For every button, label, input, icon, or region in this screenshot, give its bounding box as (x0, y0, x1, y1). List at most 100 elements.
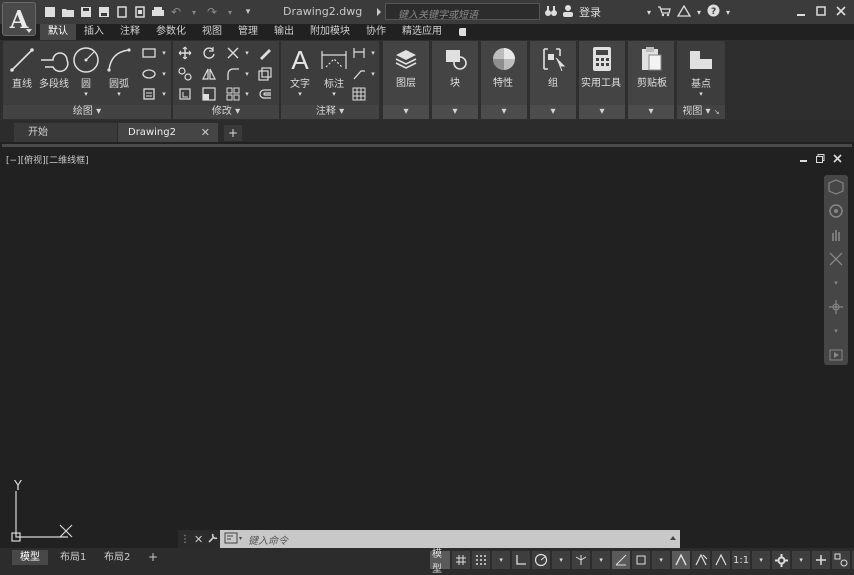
rectangle-dropdown-icon[interactable]: ▾ (156, 45, 172, 61)
ortho-icon[interactable] (512, 551, 531, 569)
object-snap-tracking-icon[interactable] (612, 551, 631, 569)
grid-icon[interactable] (452, 551, 471, 569)
close-icon[interactable] (836, 5, 846, 19)
user-icon[interactable] (563, 4, 573, 20)
start-tab[interactable]: 开始 (14, 123, 117, 142)
explode-icon[interactable] (257, 66, 273, 82)
snap-dropdown-icon[interactable]: ▾ (492, 551, 511, 569)
hatch-dropdown-icon[interactable]: ▾ (156, 86, 172, 102)
workspace-gear-icon[interactable] (772, 551, 791, 569)
viewport-controls-label[interactable]: [−][俯视][二维线框] (6, 153, 89, 166)
help-icon[interactable]: ? (707, 4, 720, 20)
dimension-tool[interactable]: 标注 ▾ (319, 45, 349, 98)
open-folder-icon[interactable] (60, 4, 76, 20)
command-input[interactable]: 键入命令 (220, 530, 680, 548)
clipboard-dropdown-icon[interactable]: ▾ (628, 105, 674, 119)
base-view-tool[interactable]: 基点 ▾ (686, 45, 716, 98)
polar-dropdown-icon[interactable]: ▾ (552, 551, 571, 569)
model-space-button[interactable]: 模型 (430, 549, 451, 575)
tab-addins[interactable]: 附加模块 (302, 24, 358, 40)
viewport-minimize-icon[interactable] (799, 153, 808, 166)
utilities-dropdown-icon[interactable]: ▾ (579, 105, 625, 119)
layout2-tab[interactable]: 布局2 (96, 550, 138, 565)
text-tool[interactable]: A 文字 ▾ (285, 45, 315, 99)
maximize-icon[interactable] (816, 5, 826, 19)
dimension-dropdown-icon[interactable]: ▾ (332, 90, 336, 98)
tab-insert[interactable]: 插入 (76, 24, 112, 40)
layout1-tab[interactable]: 布局1 (52, 550, 94, 565)
steering-wheel-icon[interactable] (824, 199, 848, 223)
print-icon[interactable] (150, 4, 166, 20)
orbit-dropdown-icon[interactable]: ▾ (824, 319, 848, 343)
linear-dim-dropdown-icon[interactable]: ▾ (365, 45, 381, 61)
minimize-icon[interactable] (796, 6, 806, 19)
draw-panel-title[interactable]: 绘图 ▾ (3, 105, 171, 119)
help-dropdown-icon[interactable]: ▾ (726, 8, 730, 17)
view-panel-launcher-icon[interactable]: ↘ (714, 108, 720, 116)
arc-tool[interactable]: 圆弧 ▾ (104, 45, 134, 98)
tab-collaborate[interactable]: 协作 (358, 24, 394, 40)
move-icon[interactable] (177, 45, 193, 61)
network-icon[interactable] (676, 4, 692, 20)
utilities-panel[interactable]: 实用工具 ▾ (579, 41, 625, 119)
tab-video-icon[interactable] (450, 24, 474, 40)
isodraft-dropdown-icon[interactable]: ▾ (592, 551, 611, 569)
redo-dropdown-icon[interactable]: ▾ (222, 4, 238, 20)
close-tab-icon[interactable]: ✕ (201, 123, 210, 142)
zoom-extents-icon[interactable] (824, 247, 848, 271)
units-icon[interactable] (832, 551, 851, 569)
customize-toolbar-icon[interactable]: ▾ (240, 4, 256, 20)
workspace-dropdown-icon[interactable]: ▾ (792, 551, 811, 569)
customize-wrench-icon[interactable] (207, 532, 219, 547)
text-dropdown-icon[interactable]: ▾ (298, 90, 302, 98)
layers-dropdown-icon[interactable]: ▾ (383, 105, 429, 119)
trim-dropdown-icon[interactable]: ▾ (239, 45, 255, 61)
block-panel[interactable]: 块 ▾ (432, 41, 478, 119)
view-panel-title[interactable]: 视图 ▾ ↘ (677, 105, 725, 119)
array-dropdown-icon[interactable]: ▾ (239, 86, 255, 102)
annotation-scale-value[interactable]: 1:1 (732, 551, 751, 569)
tab-parametric[interactable]: 参数化 (148, 24, 194, 40)
line-tool[interactable]: 直线 (7, 45, 37, 90)
annotation-visibility-icon[interactable] (672, 551, 691, 569)
orbit-icon[interactable] (824, 295, 848, 319)
tab-manage[interactable]: 管理 (230, 24, 266, 40)
cart-icon[interactable] (657, 5, 671, 20)
undo-dropdown-icon[interactable]: ▾ (186, 4, 202, 20)
tab-home[interactable]: 默认 (40, 24, 76, 40)
block-dropdown-icon[interactable]: ▾ (432, 105, 478, 119)
arc-dropdown-icon[interactable]: ▾ (117, 90, 121, 98)
tab-view[interactable]: 视图 (194, 24, 230, 40)
layers-panel[interactable]: 图层 ▾ (383, 41, 429, 119)
login-dropdown-icon[interactable]: ▾ (647, 8, 651, 17)
ellipse-dropdown-icon[interactable]: ▾ (156, 66, 172, 82)
erase-icon[interactable] (257, 45, 273, 61)
network-dropdown-icon[interactable]: ▾ (697, 8, 701, 17)
binoculars-icon[interactable] (545, 5, 557, 20)
plot-icon[interactable] (132, 4, 148, 20)
application-menu-button[interactable]: A (2, 2, 36, 36)
grip-handle-icon[interactable]: ⋮ (180, 534, 190, 545)
isodraft-icon[interactable] (572, 551, 591, 569)
redo-icon[interactable]: ↷ (204, 4, 220, 20)
new-file-icon[interactable] (42, 4, 58, 20)
search-expand-icon[interactable] (377, 8, 381, 16)
polyline-tool[interactable]: 多段线 (39, 45, 69, 90)
offset-icon[interactable] (257, 86, 273, 102)
object-snap-icon[interactable] (632, 551, 651, 569)
polar-tracking-icon[interactable] (532, 551, 551, 569)
table-icon[interactable] (351, 86, 367, 102)
new-tab-button[interactable]: + (224, 125, 242, 141)
command-close-icon[interactable]: ✕ (194, 533, 203, 546)
tab-featured-apps[interactable]: 精选应用 (394, 24, 450, 40)
viewport-restore-icon[interactable] (816, 153, 825, 166)
search-input[interactable]: 键入关键字或短语 (377, 3, 540, 21)
snap-icon[interactable] (472, 551, 491, 569)
properties-panel[interactable]: 特性 ▾ (481, 41, 527, 119)
model-tab[interactable]: 模型 (12, 550, 48, 565)
stretch-icon[interactable] (177, 86, 193, 102)
login-label[interactable]: 登录 (579, 4, 601, 20)
drawing-canvas[interactable]: [−][俯视][二维线框] ▾ ▾ Y ⋮ ✕ 键入命令 (2, 144, 852, 548)
viewport-close-icon[interactable] (833, 153, 842, 166)
object-snap-dropdown-icon[interactable]: ▾ (652, 551, 671, 569)
